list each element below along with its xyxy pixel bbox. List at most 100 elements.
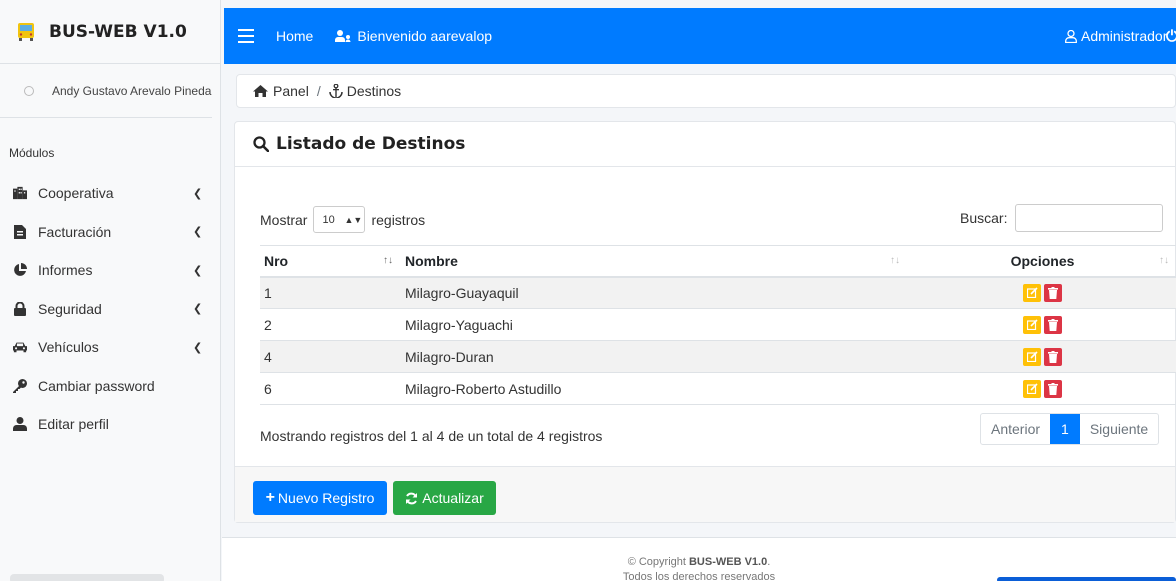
key-icon <box>13 378 27 393</box>
table-row: 4 Milagro-Duran <box>260 340 1176 373</box>
cell-opciones <box>908 372 1176 405</box>
chevron-left-icon: ❮ <box>193 226 203 239</box>
chevron-left-icon: ❮ <box>193 303 203 316</box>
sidebar-item-cooperativa[interactable]: Cooperativa ❮ <box>0 174 220 213</box>
sidebar: BUS-WEB V1.0 Andy Gustavo Arevalo Pineda… <box>0 0 221 581</box>
delete-button[interactable] <box>1044 347 1062 366</box>
edit-button[interactable] <box>1023 347 1041 366</box>
new-record-label: Nuevo Registro <box>277 490 375 506</box>
edit-icon <box>1026 351 1038 363</box>
chevron-left-icon: ❮ <box>193 341 203 354</box>
footer-scrollbar[interactable] <box>997 577 1176 581</box>
refresh-button[interactable]: Actualizar <box>393 481 496 515</box>
delete-button[interactable] <box>1044 379 1062 398</box>
cell-opciones <box>908 276 1176 309</box>
delete-button[interactable] <box>1044 315 1062 334</box>
admin-menu[interactable]: Administrador <box>1065 28 1167 44</box>
search-input[interactable] <box>1015 204 1164 232</box>
pagination: Anterior 1 Siguiente <box>980 413 1160 445</box>
user-panel[interactable]: Andy Gustavo Arevalo Pineda <box>0 64 212 118</box>
trash-icon <box>1048 318 1058 331</box>
edit-button[interactable] <box>1023 315 1041 334</box>
edit-button[interactable] <box>1023 379 1041 398</box>
sidebar-item-label: Informes <box>38 262 93 279</box>
building-icon <box>13 186 27 200</box>
menu-toggle-icon[interactable] <box>238 29 254 43</box>
cell-nro: 2 <box>260 308 401 341</box>
copyright-text: © Copyright BUS-WEB V1.0. <box>222 556 1176 568</box>
cell-opciones <box>908 340 1176 373</box>
sort-icon: ↑↓ <box>890 255 900 266</box>
welcome-text: Bienvenido aarevalop <box>357 28 493 44</box>
pie-chart-icon <box>13 263 27 277</box>
brand-title: BUS-WEB V1.0 <box>49 21 187 42</box>
table-row: 6 Milagro-Roberto Astudillo <box>260 372 1176 405</box>
bus-icon <box>16 22 36 42</box>
sync-icon <box>405 492 418 505</box>
modules-label: Módulos <box>9 146 55 160</box>
page-footer: © Copyright BUS-WEB V1.0. Todos los dere… <box>222 537 1176 581</box>
page-size-value: 10 <box>322 213 335 226</box>
page-length-control: Mostrar 10 ▲▼ registros <box>260 206 425 233</box>
sidebar-item-label: Editar perfil <box>38 416 109 433</box>
sidebar-item-label: Cooperativa <box>38 185 114 202</box>
column-header-label: Opciones <box>1010 252 1075 269</box>
breadcrumb-separator: / <box>316 83 321 99</box>
pagination-next-button[interactable]: Siguiente <box>1080 414 1158 444</box>
sidebar-item-cambiar-password[interactable]: Cambiar password <box>0 367 220 406</box>
admin-label: Administrador <box>1081 28 1168 44</box>
trash-icon <box>1048 382 1058 395</box>
column-header-opciones[interactable]: Opciones ↑↓ <box>908 245 1176 278</box>
cell-nombre: Milagro-Guayaquil <box>401 276 908 309</box>
copyright-brand: BUS-WEB V1.0 <box>688 556 768 568</box>
refresh-label: Actualizar <box>422 490 484 506</box>
column-header-label: Nombre <box>405 252 458 269</box>
pagination-prev-button[interactable]: Anterior <box>981 414 1050 444</box>
sidebar-item-editar-perfil[interactable]: Editar perfil <box>0 405 220 444</box>
edit-icon <box>1026 319 1038 331</box>
pagination-page-button[interactable]: 1 <box>1050 414 1080 444</box>
sort-icon: ↑↓ <box>383 255 393 266</box>
edit-button[interactable] <box>1023 283 1041 302</box>
select-arrows-icon: ▲▼ <box>344 214 363 225</box>
topbar: Home Bienvenido aarevalop Administrador … <box>224 8 1176 64</box>
welcome-link[interactable]: Bienvenido aarevalop <box>335 28 492 44</box>
sidebar-item-informes[interactable]: Informes ❮ <box>0 251 220 290</box>
cell-nombre: Milagro-Yaguachi <box>401 308 908 341</box>
card-header: Listado de Destinos <box>235 122 1175 167</box>
table-row: 1 Milagro-Guayaquil <box>260 276 1176 309</box>
column-header-label: Nro <box>264 252 289 269</box>
chevron-left-icon: ❮ <box>193 187 203 200</box>
home-link[interactable]: Home <box>276 28 313 44</box>
sidebar-item-label: Cambiar password <box>38 377 155 394</box>
delete-button[interactable] <box>1044 283 1062 302</box>
column-header-nro[interactable]: Nro ↑↓ <box>260 245 401 278</box>
copyright-suffix: . <box>767 556 771 568</box>
sidebar-item-facturacion[interactable]: Facturación ❮ <box>0 213 220 252</box>
sidebar-item-label: Facturación <box>38 223 112 240</box>
sidebar-item-label: Vehículos <box>38 339 99 356</box>
table-search: Buscar: <box>960 204 1164 232</box>
sidebar-item-label: Seguridad <box>38 300 102 317</box>
user-icon <box>13 417 27 432</box>
card-footer: + Nuevo Registro Actualizar <box>235 466 1175 522</box>
destinos-card: Listado de Destinos Mostrar 10 ▲▼ regist… <box>234 121 1176 523</box>
edit-icon <box>1026 383 1038 395</box>
breadcrumb-panel[interactable]: Panel <box>273 83 309 99</box>
new-record-button[interactable]: + Nuevo Registro <box>253 481 387 515</box>
cell-nombre: Milagro-Duran <box>401 340 908 373</box>
sidebar-item-vehiculos[interactable]: Vehículos ❮ <box>0 328 220 367</box>
avatar <box>24 85 34 96</box>
car-icon <box>13 340 27 354</box>
sort-icon: ↑↓ <box>1159 255 1169 266</box>
power-icon[interactable]: ⏻ <box>1166 28 1176 45</box>
sidebar-item-seguridad[interactable]: Seguridad ❮ <box>0 290 220 329</box>
chevron-left-icon: ❮ <box>193 264 203 277</box>
brand[interactable]: BUS-WEB V1.0 <box>0 0 220 64</box>
column-header-nombre[interactable]: Nombre ↑↓ <box>401 245 908 278</box>
sidebar-scrollbar[interactable] <box>10 574 164 581</box>
page-size-select[interactable]: 10 ▲▼ <box>313 206 366 233</box>
breadcrumb: Panel / Destinos <box>236 74 1176 108</box>
user-name: Andy Gustavo Arevalo Pineda <box>52 83 212 98</box>
table-info: Mostrando registros del 1 al 4 de un tot… <box>260 428 603 444</box>
